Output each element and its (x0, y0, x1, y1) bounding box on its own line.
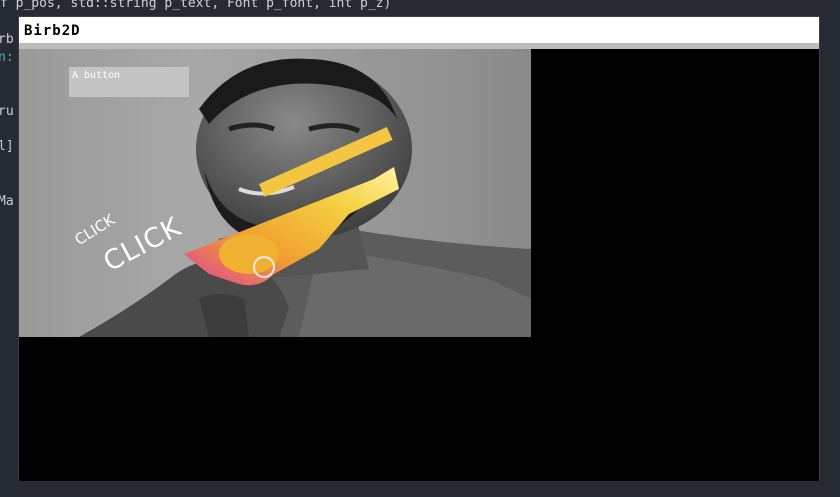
window-title[interactable]: Birb2D (19, 17, 819, 43)
code-fragment: ru (0, 104, 14, 119)
app-window: Birb2D A button CLICK CLICK (18, 16, 820, 481)
code-fragment: l] (0, 139, 14, 154)
code-line: f p_pos, std::string p_text, Font p_font… (0, 0, 392, 11)
code-fragment: n: (0, 50, 14, 65)
a-button[interactable]: A button (69, 67, 189, 97)
meme-image: A button CLICK CLICK (19, 49, 531, 337)
code-fragment: rb (0, 32, 14, 47)
code-fragment: Ma (0, 194, 14, 209)
render-canvas[interactable]: A button CLICK CLICK (19, 49, 819, 481)
